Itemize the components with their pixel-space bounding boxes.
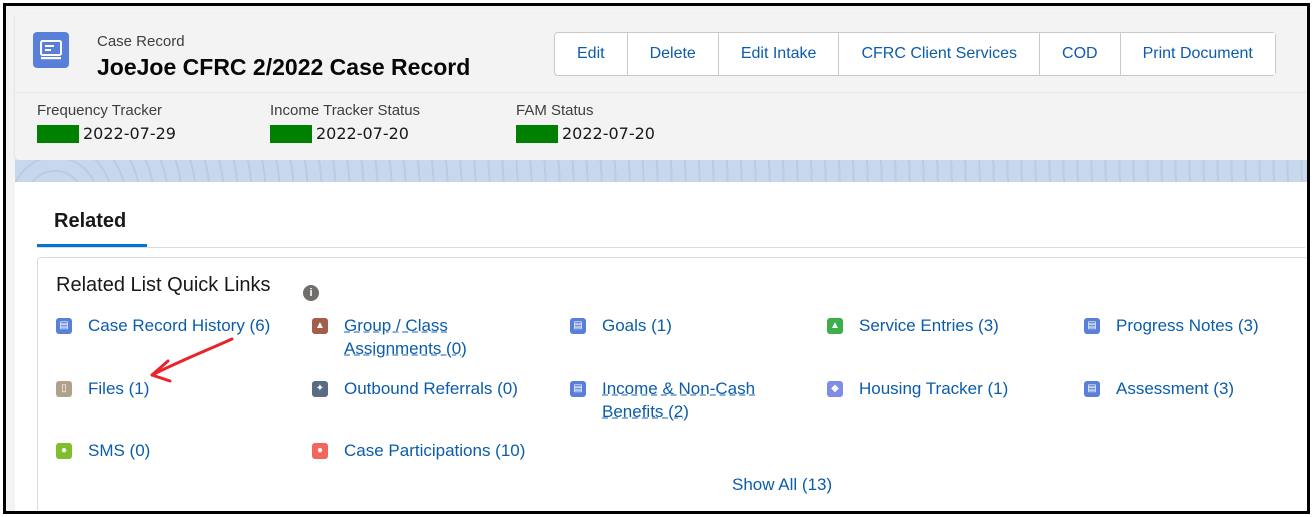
quick-link-label[interactable]: Outbound Referrals (0) — [344, 377, 518, 400]
edit-intake-button[interactable]: Edit Intake — [717, 33, 839, 75]
wrench-icon: ✦ — [312, 381, 328, 397]
red-arrow-annotation — [150, 337, 234, 383]
quick-links-title: Related List Quick Links — [56, 274, 271, 296]
edit-button[interactable]: Edit — [555, 33, 627, 75]
quick-link-label[interactable]: Group / Class Assignments (0) — [344, 314, 514, 360]
record-header: Case Record JoeJoe CFRC 2/2022 Case Reco… — [15, 14, 1307, 160]
delete-button[interactable]: Delete — [626, 33, 718, 75]
diamond-icon: ◆ — [827, 381, 843, 397]
fam-status-field: FAM Status 2022-07-20 — [516, 102, 655, 143]
action-button-group: Edit Delete Edit Intake CFRC Client Serv… — [554, 32, 1276, 76]
screenshot-frame: Case Record JoeJoe CFRC 2/2022 Case Reco… — [3, 3, 1310, 514]
record-icon: ▤ — [570, 381, 586, 397]
field-value: 2022-07-29 — [83, 124, 176, 143]
participants-icon: ● — [312, 443, 328, 459]
frequency-tracker-field: Frequency Tracker 2022-07-29 — [37, 102, 176, 143]
quick-link-files[interactable]: ▯ Files (1) — [56, 377, 149, 400]
quick-link-label[interactable]: Progress Notes (3) — [1116, 314, 1259, 337]
sms-icon: ● — [56, 443, 72, 459]
object-type-label: Case Record — [97, 33, 185, 50]
field-value: 2022-07-20 — [316, 124, 409, 143]
show-all-link[interactable]: Show All (13) — [732, 475, 832, 495]
status-indicator — [37, 124, 79, 143]
record-icon: ▤ — [570, 318, 586, 334]
highlight-fields: Frequency Tracker 2022-07-29 Income Trac… — [15, 102, 1307, 158]
tab-related[interactable]: Related — [37, 192, 147, 247]
header-top: Case Record JoeJoe CFRC 2/2022 Case Reco… — [15, 14, 1307, 93]
print-document-button[interactable]: Print Document — [1119, 33, 1275, 75]
income-tracker-status-field: Income Tracker Status 2022-07-20 — [270, 102, 420, 143]
quick-link-label[interactable]: SMS (0) — [88, 439, 150, 462]
record-title: JoeJoe CFRC 2/2022 Case Record — [97, 54, 471, 80]
quick-link-service-entries[interactable]: ▲ Service Entries (3) — [827, 314, 999, 337]
quick-link-housing-tracker[interactable]: ◆ Housing Tracker (1) — [827, 377, 1008, 400]
quick-link-sms[interactable]: ● SMS (0) — [56, 439, 150, 462]
quick-link-outbound-referrals[interactable]: ✦ Outbound Referrals (0) — [312, 377, 518, 400]
quick-link-label[interactable]: Income & Non-Cash Benefits (2) — [602, 377, 772, 423]
quick-link-assessment[interactable]: ▤ Assessment (3) — [1084, 377, 1234, 400]
record-icon: ▤ — [56, 318, 72, 334]
record-icon: ▤ — [1084, 318, 1100, 334]
quick-link-group-class-assignments[interactable]: ▲ Group / Class Assignments (0) — [312, 314, 514, 360]
quick-link-label[interactable]: Assessment (3) — [1116, 377, 1234, 400]
quick-link-label[interactable]: Service Entries (3) — [859, 314, 999, 337]
quick-link-label[interactable]: Housing Tracker (1) — [859, 377, 1008, 400]
field-label: Income Tracker Status — [270, 102, 421, 119]
quick-link-income-non-cash-benefits[interactable]: ▤ Income & Non-Cash Benefits (2) — [570, 377, 772, 423]
quick-link-progress-notes[interactable]: ▤ Progress Notes (3) — [1084, 314, 1259, 337]
field-label: FAM Status — [516, 102, 594, 119]
decorative-background-band — [15, 160, 1307, 182]
status-indicator — [516, 124, 558, 143]
record-icon: ▤ — [1084, 381, 1100, 397]
field-label: Frequency Tracker — [37, 102, 163, 119]
cod-button[interactable]: COD — [1039, 33, 1120, 75]
info-icon[interactable]: i — [303, 285, 319, 301]
field-value: 2022-07-20 — [562, 124, 655, 143]
tab-bar: Related — [37, 192, 1305, 248]
quick-link-label[interactable]: Case Participations (10) — [344, 439, 525, 462]
case-record-icon — [33, 32, 69, 68]
status-indicator — [270, 124, 312, 143]
files-icon: ▯ — [56, 381, 72, 397]
quick-link-case-participations[interactable]: ● Case Participations (10) — [312, 439, 525, 462]
quick-link-goals[interactable]: ▤ Goals (1) — [570, 314, 672, 337]
service-icon: ▲ — [827, 318, 843, 334]
quick-link-label[interactable]: Goals (1) — [602, 314, 672, 337]
cfrc-client-services-button[interactable]: CFRC Client Services — [838, 33, 1040, 75]
shield-icon: ▲ — [312, 318, 328, 334]
